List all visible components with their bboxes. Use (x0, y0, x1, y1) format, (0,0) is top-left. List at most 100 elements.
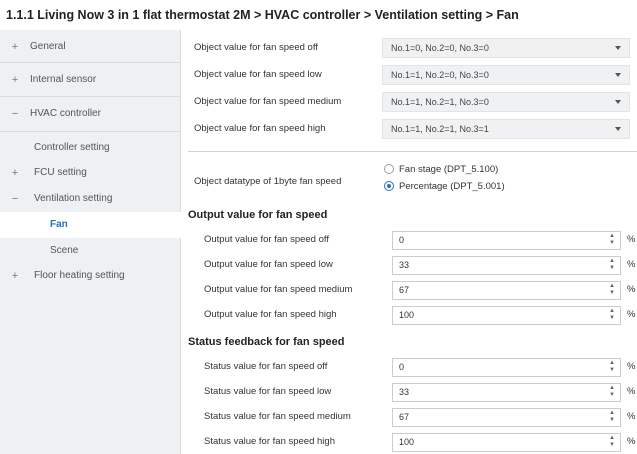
input-value: 100 (399, 310, 415, 320)
output-row-high: Output value for fan speed high 100 ▲ ▼ % (182, 303, 637, 328)
chevron-down-icon[interactable] (615, 46, 621, 50)
object-label: Object value for fan speed high (194, 123, 326, 134)
input-value: 33 (399, 260, 410, 270)
status-row-high: Status value for fan speed high 100 ▲ ▼ % (182, 430, 637, 454)
output-section-title: Output value for fan speed (188, 209, 328, 221)
input-value: 67 (399, 285, 410, 295)
sidebar-item-hvac-controller[interactable]: − HVAC controller (0, 101, 181, 127)
status-input-low[interactable]: 33 ▲ ▼ (392, 383, 621, 402)
sidebar-item-fan[interactable]: Fan (0, 212, 181, 238)
status-section-title: Status feedback for fan speed (188, 336, 345, 348)
unit-label: % (627, 361, 636, 372)
spinner-arrows-icon[interactable]: ▲ ▼ (608, 410, 616, 425)
spinner-arrows-icon[interactable]: ▲ ▼ (608, 308, 616, 323)
output-row-medium: Output value for fan speed medium 67 ▲ ▼ … (182, 278, 637, 303)
select-value: No.1=1, No.2=0, No.3=0 (391, 70, 489, 80)
output-label: Output value for fan speed high (204, 309, 337, 320)
sidebar-item-scene[interactable]: Scene (0, 238, 181, 264)
minus-icon[interactable]: − (10, 101, 20, 127)
object-select-off[interactable]: No.1=0, No.2=0, No.3=0 (382, 38, 630, 58)
output-label: Output value for fan speed medium (204, 284, 353, 295)
plus-icon[interactable]: + (10, 67, 20, 93)
radio-button[interactable] (384, 164, 394, 175)
radio-label: Percentage (DPT_5.001) (399, 181, 505, 192)
plus-icon[interactable]: + (10, 34, 20, 60)
sidebar-item-fcu-setting[interactable]: + FCU setting (0, 160, 181, 186)
sidebar-item-label: Scene (50, 245, 79, 256)
spinner-arrows-icon[interactable]: ▲ ▼ (608, 435, 616, 450)
datatype-label: Object datatype of 1byte fan speed (194, 176, 342, 187)
object-row-low: Object value for fan speed low No.1=1, N… (182, 62, 637, 88)
spinner-arrows-icon[interactable]: ▲ ▼ (608, 360, 616, 375)
spinner-arrows-icon[interactable]: ▲ ▼ (608, 258, 616, 273)
select-value: No.1=1, No.2=1, No.3=0 (391, 97, 489, 107)
status-label: Status value for fan speed low (204, 386, 332, 397)
sidebar: + General + Internal sensor − HVAC contr… (0, 30, 181, 454)
settings-panel: Object value for fan speed off No.1=0, N… (182, 30, 637, 454)
object-row-high: Object value for fan speed high No.1=1, … (182, 116, 637, 142)
unit-label: % (627, 436, 636, 447)
object-label: Object value for fan speed medium (194, 96, 342, 107)
object-label: Object value for fan speed off (194, 42, 318, 53)
unit-label: % (627, 284, 636, 295)
sidebar-item-label: General (30, 41, 66, 52)
chevron-down-icon[interactable] (615, 100, 621, 104)
sidebar-item-label: FCU setting (34, 167, 87, 178)
minus-icon[interactable]: − (10, 186, 20, 212)
unit-label: % (627, 386, 636, 397)
status-input-high[interactable]: 100 ▲ ▼ (392, 433, 621, 452)
object-select-medium[interactable]: No.1=1, No.2=1, No.3=0 (382, 92, 630, 112)
sidebar-item-label: HVAC controller (30, 108, 101, 119)
object-label: Object value for fan speed low (194, 69, 322, 80)
output-row-low: Output value for fan speed low 33 ▲ ▼ % (182, 253, 637, 278)
unit-label: % (627, 259, 636, 270)
plus-icon[interactable]: + (10, 263, 20, 289)
sidebar-item-label: Fan (50, 219, 68, 230)
sidebar-item-floor-heating-setting[interactable]: + Floor heating setting (0, 263, 181, 289)
divider (188, 151, 637, 152)
spinner-arrows-icon[interactable]: ▲ ▼ (608, 233, 616, 248)
status-row-off: Status value for fan speed off 0 ▲ ▼ % (182, 355, 637, 380)
divider (0, 62, 181, 63)
status-row-low: Status value for fan speed low 33 ▲ ▼ % (182, 380, 637, 405)
breadcrumb: 1.1.1 Living Now 3 in 1 flat thermostat … (6, 8, 519, 22)
status-label: Status value for fan speed off (204, 361, 328, 372)
input-value: 33 (399, 387, 410, 397)
input-value: 67 (399, 412, 410, 422)
unit-label: % (627, 309, 636, 320)
output-input-high[interactable]: 100 ▲ ▼ (392, 306, 621, 325)
sidebar-item-controller-setting[interactable]: Controller setting (0, 135, 181, 161)
output-input-medium[interactable]: 67 ▲ ▼ (392, 281, 621, 300)
output-input-low[interactable]: 33 ▲ ▼ (392, 256, 621, 275)
sidebar-item-ventilation-setting[interactable]: − Ventilation setting (0, 186, 181, 212)
object-select-low[interactable]: No.1=1, No.2=0, No.3=0 (382, 65, 630, 85)
output-label: Output value for fan speed off (204, 234, 329, 245)
object-row-medium: Object value for fan speed medium No.1=1… (182, 89, 637, 115)
select-value: No.1=0, No.2=0, No.3=0 (391, 43, 489, 53)
divider (0, 131, 181, 132)
sidebar-item-label: Ventilation setting (34, 193, 113, 204)
radio-fan-stage[interactable]: Fan stage (DPT_5.100) (384, 164, 498, 175)
spinner-arrows-icon[interactable]: ▲ ▼ (608, 283, 616, 298)
input-value: 0 (399, 362, 405, 372)
radio-percentage[interactable]: Percentage (DPT_5.001) (384, 181, 505, 192)
output-row-off: Output value for fan speed off 0 ▲ ▼ % (182, 228, 637, 253)
status-label: Status value for fan speed medium (204, 411, 351, 422)
output-label: Output value for fan speed low (204, 259, 333, 270)
sidebar-item-general[interactable]: + General (0, 34, 181, 60)
object-row-off: Object value for fan speed off No.1=0, N… (182, 35, 637, 61)
object-select-high[interactable]: No.1=1, No.2=1, No.3=1 (382, 119, 630, 139)
output-input-off[interactable]: 0 ▲ ▼ (392, 231, 621, 250)
status-input-off[interactable]: 0 ▲ ▼ (392, 358, 621, 377)
sidebar-item-label: Floor heating setting (34, 270, 125, 281)
chevron-down-icon[interactable] (615, 127, 621, 131)
sidebar-item-internal-sensor[interactable]: + Internal sensor (0, 67, 181, 93)
status-input-medium[interactable]: 67 ▲ ▼ (392, 408, 621, 427)
plus-icon[interactable]: + (10, 160, 20, 186)
divider (0, 96, 181, 97)
sidebar-item-label: Controller setting (34, 142, 110, 153)
chevron-down-icon[interactable] (615, 73, 621, 77)
input-value: 100 (399, 437, 415, 447)
radio-button-selected[interactable] (384, 181, 394, 192)
spinner-arrows-icon[interactable]: ▲ ▼ (608, 385, 616, 400)
